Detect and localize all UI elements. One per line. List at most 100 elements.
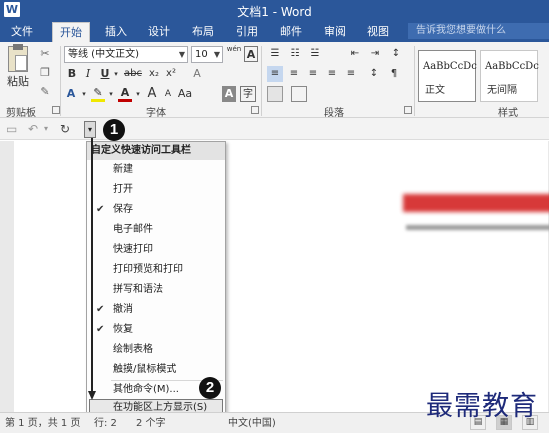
char-border-button[interactable]: A — [244, 46, 258, 62]
clear-format-icon[interactable]: A — [190, 66, 204, 82]
sort-icon[interactable]: ↕ — [388, 46, 404, 62]
menu-item-undo[interactable]: 撤消 — [113, 301, 133, 319]
menu-item-print-preview[interactable]: 打印预览和打印 — [113, 261, 183, 279]
tab-design[interactable]: 设计 — [141, 22, 177, 42]
font-name-select[interactable]: 等线 (中文正文) ▼ — [64, 46, 188, 63]
distributed-icon[interactable]: ≡ — [343, 66, 359, 82]
undo-icon[interactable]: ↶ — [28, 121, 38, 137]
grow-font-icon[interactable]: A — [145, 86, 159, 102]
superscript-button[interactable]: x² — [164, 66, 178, 82]
menu-item-touch-mode[interactable]: 触摸/鼠标模式 — [113, 361, 176, 379]
group-divider — [261, 46, 262, 116]
bold-button[interactable]: B — [66, 66, 78, 82]
char-shading-icon[interactable]: A — [222, 86, 236, 102]
show-marks-icon[interactable]: ¶ — [386, 66, 402, 82]
cut-icon[interactable]: ✂ — [37, 46, 53, 62]
chevron-down-icon[interactable]: ▾ — [107, 86, 115, 102]
blurred-text — [406, 225, 549, 230]
repeat-icon[interactable]: ↻ — [60, 121, 70, 137]
style-sample: AaBbCcDc — [423, 61, 477, 72]
menu-item-more-commands[interactable]: 其他命令(M)... — [113, 381, 179, 399]
menu-item-email[interactable]: 电子邮件 — [113, 221, 153, 239]
styles-group-label: 样式 — [498, 108, 518, 119]
strikethrough-button[interactable]: abc — [122, 66, 144, 82]
paragraph-group-label: 段落 — [324, 108, 344, 119]
align-center-icon[interactable]: ≡ — [286, 66, 302, 82]
language-status[interactable]: 中文(中国) — [228, 414, 276, 433]
font-color-icon[interactable]: A — [118, 86, 132, 102]
style-no-spacing[interactable]: AaBbCcDc 无间隔 — [480, 50, 539, 102]
multilevel-list-icon[interactable]: ☱ — [307, 46, 323, 62]
paragraph-launcher-icon[interactable] — [404, 106, 412, 114]
font-group-label: 字体 — [146, 108, 166, 119]
line-spacing-icon[interactable]: ↕ — [366, 66, 382, 82]
menu-item-new[interactable]: 新建 — [113, 161, 133, 179]
enclosed-char-icon[interactable]: 字 — [240, 86, 256, 102]
tab-references[interactable]: 引用 — [229, 22, 265, 42]
chevron-down-icon: ▼ — [178, 50, 185, 59]
check-icon: ✔ — [96, 304, 105, 315]
justify-icon[interactable]: ≡ — [324, 66, 340, 82]
menu-header: 自定义快速访问工具栏 — [87, 142, 225, 160]
format-painter-icon[interactable]: ✎ — [37, 84, 53, 100]
step-badge-1: 1 — [103, 119, 125, 141]
word-count[interactable]: 2 个字 — [136, 414, 166, 433]
numbering-icon[interactable]: ☷ — [287, 46, 303, 62]
tab-file[interactable]: 文件 — [4, 22, 40, 42]
text-effects-icon[interactable]: A — [64, 86, 78, 102]
style-normal[interactable]: AaBbCcDc 正文 — [418, 50, 477, 102]
menu-item-redo[interactable]: 恢复 — [113, 321, 133, 339]
tab-insert[interactable]: 插入 — [98, 22, 134, 42]
paste-button[interactable]: 粘贴 — [4, 74, 32, 90]
menu-item-spelling[interactable]: 拼写和语法 — [113, 281, 163, 299]
change-case-icon[interactable]: Aa — [177, 86, 193, 102]
clipboard-group-label: 剪贴板 — [6, 108, 36, 119]
font-name-value: 等线 (中文正文) — [68, 49, 139, 60]
font-launcher-icon[interactable] — [251, 106, 259, 114]
clipboard-launcher-icon[interactable] — [52, 106, 60, 114]
chevron-down-icon: ▼ — [213, 50, 220, 59]
tab-mailings[interactable]: 邮件 — [273, 22, 309, 42]
menu-item-quick-print[interactable]: 快速打印 — [113, 241, 153, 259]
line-count[interactable]: 行: 2 — [94, 414, 117, 433]
shrink-font-icon[interactable]: A — [161, 86, 175, 102]
bullets-icon[interactable]: ☰ — [267, 46, 283, 62]
step-badge-2: 2 — [199, 377, 221, 399]
paste-icon[interactable] — [8, 44, 28, 72]
increase-indent-icon[interactable]: ⇥ — [367, 46, 383, 62]
ribbon: 粘贴 ✂ ❐ ✎ 剪贴板 等线 (中文正文) ▼ 10 ▼ wén A B I … — [0, 42, 549, 119]
chevron-down-icon[interactable]: ▾ — [134, 86, 142, 102]
tab-view[interactable]: 视图 — [360, 22, 396, 42]
italic-button[interactable]: I — [82, 66, 94, 82]
phonetic-guide-label: wén — [226, 45, 242, 53]
subscript-button[interactable]: x₂ — [147, 66, 161, 82]
save-icon[interactable]: ▭ — [6, 121, 17, 137]
highlight-icon[interactable]: ✎ — [91, 86, 105, 102]
menu-item-draw-table[interactable]: 绘制表格 — [113, 341, 153, 359]
tab-layout[interactable]: 布局 — [185, 22, 221, 42]
page-count[interactable]: 第 1 页，共 1 页 — [5, 414, 80, 433]
chevron-down-icon[interactable]: ▾ — [80, 86, 88, 102]
quick-access-toolbar: ▭ ↶ ▾ ↻ ▾ — [0, 118, 549, 140]
chevron-down-icon[interactable]: ▾ — [112, 66, 120, 82]
decrease-indent-icon[interactable]: ⇤ — [347, 46, 363, 62]
align-left-icon[interactable]: ≡ — [267, 66, 283, 82]
shading-icon[interactable] — [267, 86, 283, 102]
tab-review[interactable]: 审阅 — [317, 22, 353, 42]
tell-me-search[interactable]: 告诉我您想要做什么 — [408, 23, 549, 39]
title-bar: W 文档1 - Word — [0, 0, 549, 20]
borders-icon[interactable] — [291, 86, 307, 102]
menu-item-open[interactable]: 打开 — [113, 181, 133, 199]
group-divider — [60, 46, 61, 116]
customize-qat-button[interactable]: ▾ — [84, 121, 96, 138]
phonetic-guide-button[interactable]: wén — [226, 45, 242, 61]
copy-icon[interactable]: ❐ — [37, 65, 53, 81]
ribbon-tab-bar: 文件 开始 插入 设计 布局 引用 邮件 审阅 视图 告诉我您想要做什么 — [0, 20, 549, 42]
tab-home[interactable]: 开始 — [52, 22, 90, 42]
underline-button[interactable]: U — [99, 66, 111, 82]
customize-qat-menu: 自定义快速访问工具栏 新建 打开 ✔ 保存 电子邮件 快速打印 打印预览和打印 … — [86, 141, 226, 417]
font-size-select[interactable]: 10 ▼ — [191, 46, 223, 63]
align-right-icon[interactable]: ≡ — [305, 66, 321, 82]
chevron-down-icon[interactable]: ▾ — [44, 121, 48, 137]
menu-item-save[interactable]: 保存 — [113, 201, 133, 219]
